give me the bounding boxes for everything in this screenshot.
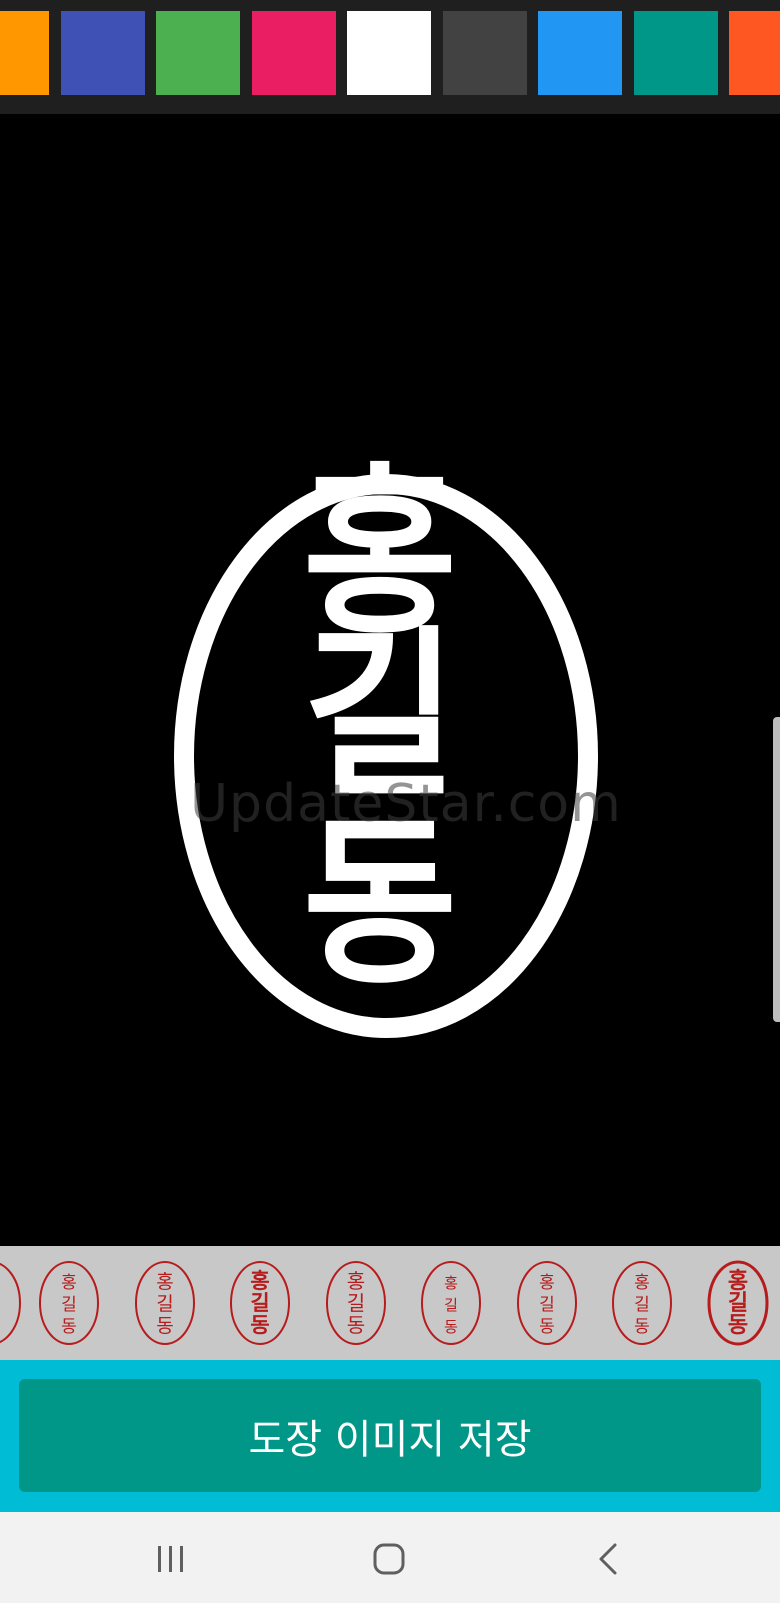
stamp-style-preview: 홍길동 [516,1261,577,1345]
stamp-style-strip: 홍길동홍길동홍길동홍길동홍길동홍길동홍길동홍길동 [0,1246,780,1360]
recent-apps-icon [158,1546,183,1572]
save-area: 도장 이미지 저장 [0,1360,780,1512]
stamp-style-item[interactable]: 홍길동 [516,1260,578,1346]
stamp-style-preview: 홍길동 [612,1261,672,1345]
stamp-style-preview: 홍길동 [39,1261,99,1345]
stamp-style-item[interactable]: 홍길동 [611,1260,673,1346]
stamp-style-char: 홍 [346,1269,364,1293]
save-stamp-image-button[interactable]: 도장 이미지 저장 [19,1379,761,1492]
stamp-preview: 홍 길 동 [174,447,598,1038]
stamp-style-item[interactable] [0,1260,22,1346]
stamp-style-char: 길 [539,1295,555,1315]
recent-apps-button[interactable] [141,1534,201,1584]
stamp-style-char: 홍 [539,1273,555,1293]
stamp-style-item[interactable]: 홍길동 [229,1260,291,1346]
stamp-style-char: 길 [250,1291,269,1315]
stamp-style-item[interactable]: 홍길동 [38,1260,100,1346]
color-palette [0,0,780,114]
stamp-style-preview: 홍길동 [230,1261,290,1345]
home-icon [373,1543,405,1575]
swatch-orange[interactable] [0,11,49,95]
stamp-style-char: 홍 [634,1273,650,1293]
stamp-style-item[interactable]: 홍길동 [134,1260,196,1346]
stamp-style-char: 동 [346,1313,364,1337]
stamp-style-char: 동 [634,1317,650,1337]
stamp-style-char: 홍 [444,1274,458,1292]
home-button[interactable] [359,1534,419,1584]
back-button[interactable] [578,1534,638,1584]
stamp-style-preview: 홍길동 [134,1261,195,1345]
stamp-style-char: 동 [539,1317,555,1337]
stamp-style-preview: 홍길동 [421,1261,481,1345]
stamp-style-char: 동 [156,1315,173,1337]
swatch-green[interactable] [156,11,240,95]
stamp-style-char: 동 [250,1313,269,1337]
stamp-style-char: 길 [156,1293,173,1315]
stamp-style-char: 길 [346,1291,364,1315]
swatch-white[interactable] [347,11,431,95]
swatch-dark-gray[interactable] [443,11,527,95]
watermark-text: UpdateStar.com [190,774,622,834]
stamp-style-char: 동 [444,1318,458,1336]
stamp-style-char: 홍 [250,1269,269,1293]
stamp-style-char: 동 [727,1313,747,1338]
stamp-style-item[interactable]: 홍길동 [420,1260,482,1346]
stamp-style-char: 홍 [61,1273,77,1293]
stamp-style-preview: 홍길동 [325,1261,386,1345]
stamp-style-char: 길 [444,1296,458,1314]
stamp-style-preview: 홍길동 [707,1260,768,1346]
scroll-handle[interactable] [773,717,780,1022]
swatch-teal[interactable] [634,11,718,95]
stamp-style-preview [0,1262,21,1344]
swatch-indigo[interactable] [61,11,145,95]
stamp-style-item[interactable]: 홍길동 [707,1260,769,1346]
swatch-pink[interactable] [252,11,336,95]
stamp-preview-canvas: 홍 길 동 UpdateStar.com [0,114,780,1246]
stamp-style-char: 길 [634,1295,650,1315]
stamp-style-char: 길 [61,1295,77,1315]
swatch-deep-orange[interactable] [729,11,780,95]
navigation-bar [0,1512,780,1603]
stamp-style-char: 홍 [156,1271,173,1293]
stamp-style-item[interactable]: 홍길동 [325,1260,387,1346]
stamp-style-char: 동 [61,1317,77,1337]
swatch-blue[interactable] [538,11,622,95]
back-icon [599,1543,617,1575]
